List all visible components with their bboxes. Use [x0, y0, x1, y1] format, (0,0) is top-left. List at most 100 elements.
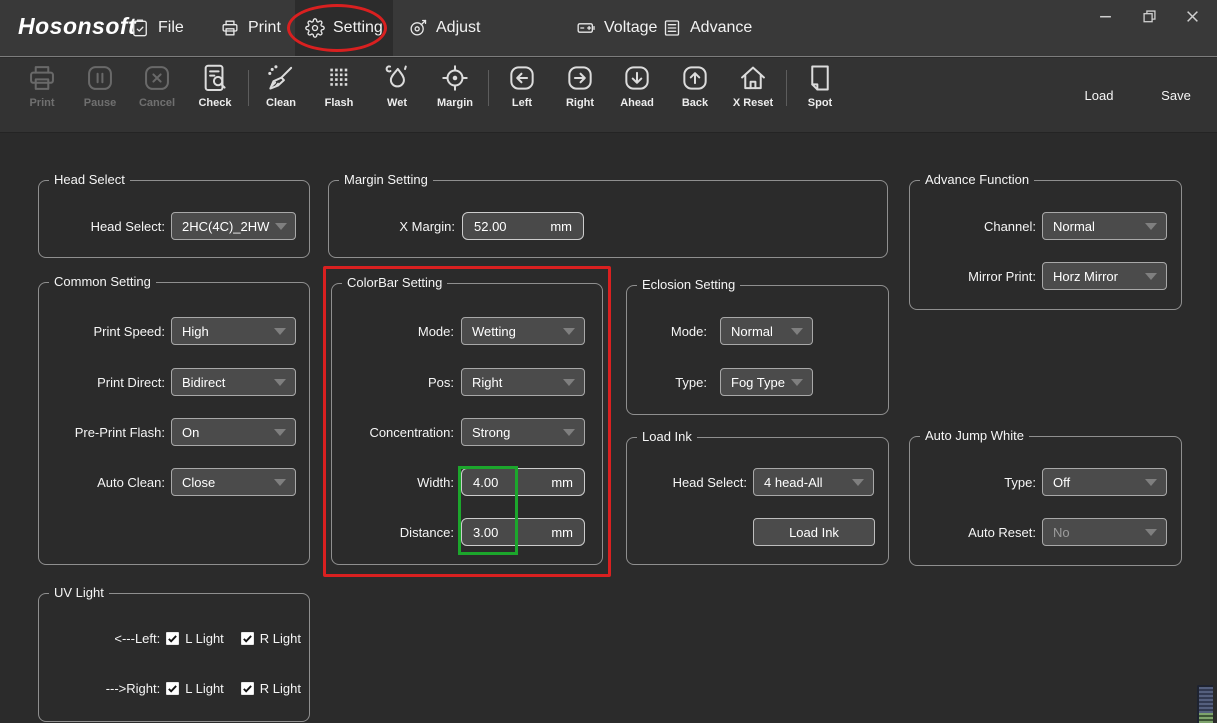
arrow-left-icon: [506, 62, 538, 94]
menu-item-setting[interactable]: Setting: [295, 0, 393, 56]
check-document-icon: [199, 62, 231, 94]
chevron-down-icon: [274, 328, 286, 335]
menu-item-label: Voltage: [604, 19, 657, 37]
mirror-print-dropdown[interactable]: Horz Mirror: [1042, 262, 1167, 290]
menu-item-file[interactable]: File: [120, 0, 194, 56]
colorbar-mode-dropdown[interactable]: Wetting: [461, 317, 585, 345]
toolbar-spot-button[interactable]: Spot: [790, 62, 850, 109]
page-icon: [804, 62, 836, 94]
app-logo: Hosonsoft: [18, 13, 136, 40]
ajw-auto-reset-dropdown[interactable]: No: [1042, 518, 1167, 546]
chevron-down-icon: [274, 429, 286, 436]
toolbar: Print Pause Cancel Check: [0, 58, 1217, 133]
toolbar-left-button[interactable]: Left: [492, 62, 552, 109]
chevron-down-icon: [563, 429, 575, 436]
corner-widget[interactable]: [1197, 685, 1213, 723]
eclosion-type-dropdown[interactable]: Fog Type: [720, 368, 813, 396]
battery-icon: [576, 18, 596, 38]
toolbar-ahead-button[interactable]: Ahead: [607, 62, 667, 109]
auto-clean-dropdown[interactable]: Close: [171, 468, 296, 496]
panel-title: Advance Function: [920, 172, 1034, 187]
load-ink-head-select-label: Head Select:: [627, 475, 747, 490]
load-ink-panel: Load Ink Head Select: 4 head-All Load In…: [626, 437, 889, 565]
head-select-label: Head Select:: [39, 219, 165, 234]
toolbar-print-button: Print: [12, 62, 72, 109]
uv-right-r-checkbox[interactable]: [241, 682, 254, 695]
mirror-print-label: Mirror Print:: [910, 269, 1036, 284]
toolbar-x-reset-button[interactable]: X Reset: [723, 62, 783, 109]
pre-print-flash-label: Pre-Print Flash:: [39, 425, 165, 440]
chevron-down-icon: [274, 379, 286, 386]
colorbar-setting-panel: ColorBar Setting Mode: Wetting Pos: Righ…: [331, 283, 603, 565]
close-button[interactable]: [1179, 5, 1205, 27]
chevron-down-icon: [563, 328, 575, 335]
panel-title: Common Setting: [49, 274, 156, 289]
pre-print-flash-dropdown[interactable]: On: [171, 418, 296, 446]
load-ink-button[interactable]: Load Ink: [753, 518, 875, 546]
home-icon: [737, 62, 769, 94]
toolbar-check-button[interactable]: Check: [185, 62, 245, 109]
auto-clean-label: Auto Clean:: [39, 475, 165, 490]
arrow-down-icon: [621, 62, 653, 94]
menu-item-label: Print: [248, 19, 281, 37]
menu-item-label: Adjust: [436, 19, 480, 37]
restore-button[interactable]: [1136, 5, 1162, 27]
x-margin-label: X Margin:: [329, 219, 455, 234]
panel-title: ColorBar Setting: [342, 275, 447, 290]
unit-label: mm: [551, 525, 573, 540]
toolbar-back-button[interactable]: Back: [665, 62, 725, 109]
chevron-down-icon: [791, 328, 803, 335]
uv-left-l-checkbox[interactable]: [166, 632, 179, 645]
colorbar-width-input[interactable]: 4.00 mm: [461, 468, 585, 496]
chevron-down-icon: [852, 479, 864, 486]
print-direct-dropdown[interactable]: Bidirect: [171, 368, 296, 396]
save-button[interactable]: Save: [1149, 88, 1203, 103]
menu-item-print[interactable]: Print: [210, 0, 291, 56]
uv-left-r-checkbox[interactable]: [241, 632, 254, 645]
head-select-panel: Head Select Head Select: 2HC(4C)_2HW: [38, 180, 310, 258]
file-icon: [130, 18, 150, 38]
print-speed-dropdown[interactable]: High: [171, 317, 296, 345]
channel-dropdown[interactable]: Normal: [1042, 212, 1167, 240]
uv-left-label: <---Left:: [39, 631, 160, 646]
uv-right-l-checkbox[interactable]: [166, 682, 179, 695]
menu-item-adjust[interactable]: Adjust: [398, 0, 490, 56]
uv-light-panel: UV Light <---Left: L Light R Light --->R…: [38, 593, 310, 722]
x-margin-input[interactable]: 52.00 mm: [462, 212, 584, 240]
toolbar-wet-button[interactable]: Wet: [367, 62, 427, 109]
head-select-dropdown[interactable]: 2HC(4C)_2HW: [171, 212, 296, 240]
colorbar-mode-label: Mode:: [332, 324, 454, 339]
common-setting-panel: Common Setting Print Speed: High Print D…: [38, 282, 310, 565]
toolbar-separator: [248, 70, 249, 106]
toolbar-clean-button[interactable]: Clean: [251, 62, 311, 109]
corner-widget-green-stripes: [1199, 713, 1213, 723]
load-ink-head-select-dropdown[interactable]: 4 head-All: [753, 468, 874, 496]
minimize-button[interactable]: [1092, 5, 1118, 27]
toolbar-margin-button[interactable]: Margin: [425, 62, 485, 109]
colorbar-concentration-label: Concentration:: [332, 425, 454, 440]
colorbar-concentration-dropdown[interactable]: Strong: [461, 418, 585, 446]
pause-icon: [84, 62, 116, 94]
r-light-label: R Light: [260, 631, 301, 646]
chevron-down-icon: [1145, 273, 1157, 280]
printer-icon: [220, 18, 240, 38]
broom-icon: [265, 62, 297, 94]
colorbar-distance-input[interactable]: 3.00 mm: [461, 518, 585, 546]
chevron-down-icon: [1145, 479, 1157, 486]
eclosion-type-label: Type:: [627, 375, 707, 390]
colorbar-pos-dropdown[interactable]: Right: [461, 368, 585, 396]
eclosion-setting-panel: Eclosion Setting Mode: Normal Type: Fog …: [626, 285, 889, 415]
chevron-down-icon: [563, 379, 575, 386]
toolbar-right-button[interactable]: Right: [550, 62, 610, 109]
l-light-label: L Light: [185, 681, 224, 696]
toolbar-cancel-button: Cancel: [127, 62, 187, 109]
load-button[interactable]: Load: [1072, 88, 1126, 103]
adjust-target-icon: [408, 18, 428, 38]
ajw-type-dropdown[interactable]: Off: [1042, 468, 1167, 496]
eclosion-mode-dropdown[interactable]: Normal: [720, 317, 813, 345]
corner-widget-stripes: [1199, 687, 1213, 713]
printer-icon: [26, 62, 58, 94]
menu-item-advance[interactable]: Advance: [652, 0, 762, 56]
arrow-up-icon: [679, 62, 711, 94]
toolbar-flash-button[interactable]: Flash: [309, 62, 369, 109]
